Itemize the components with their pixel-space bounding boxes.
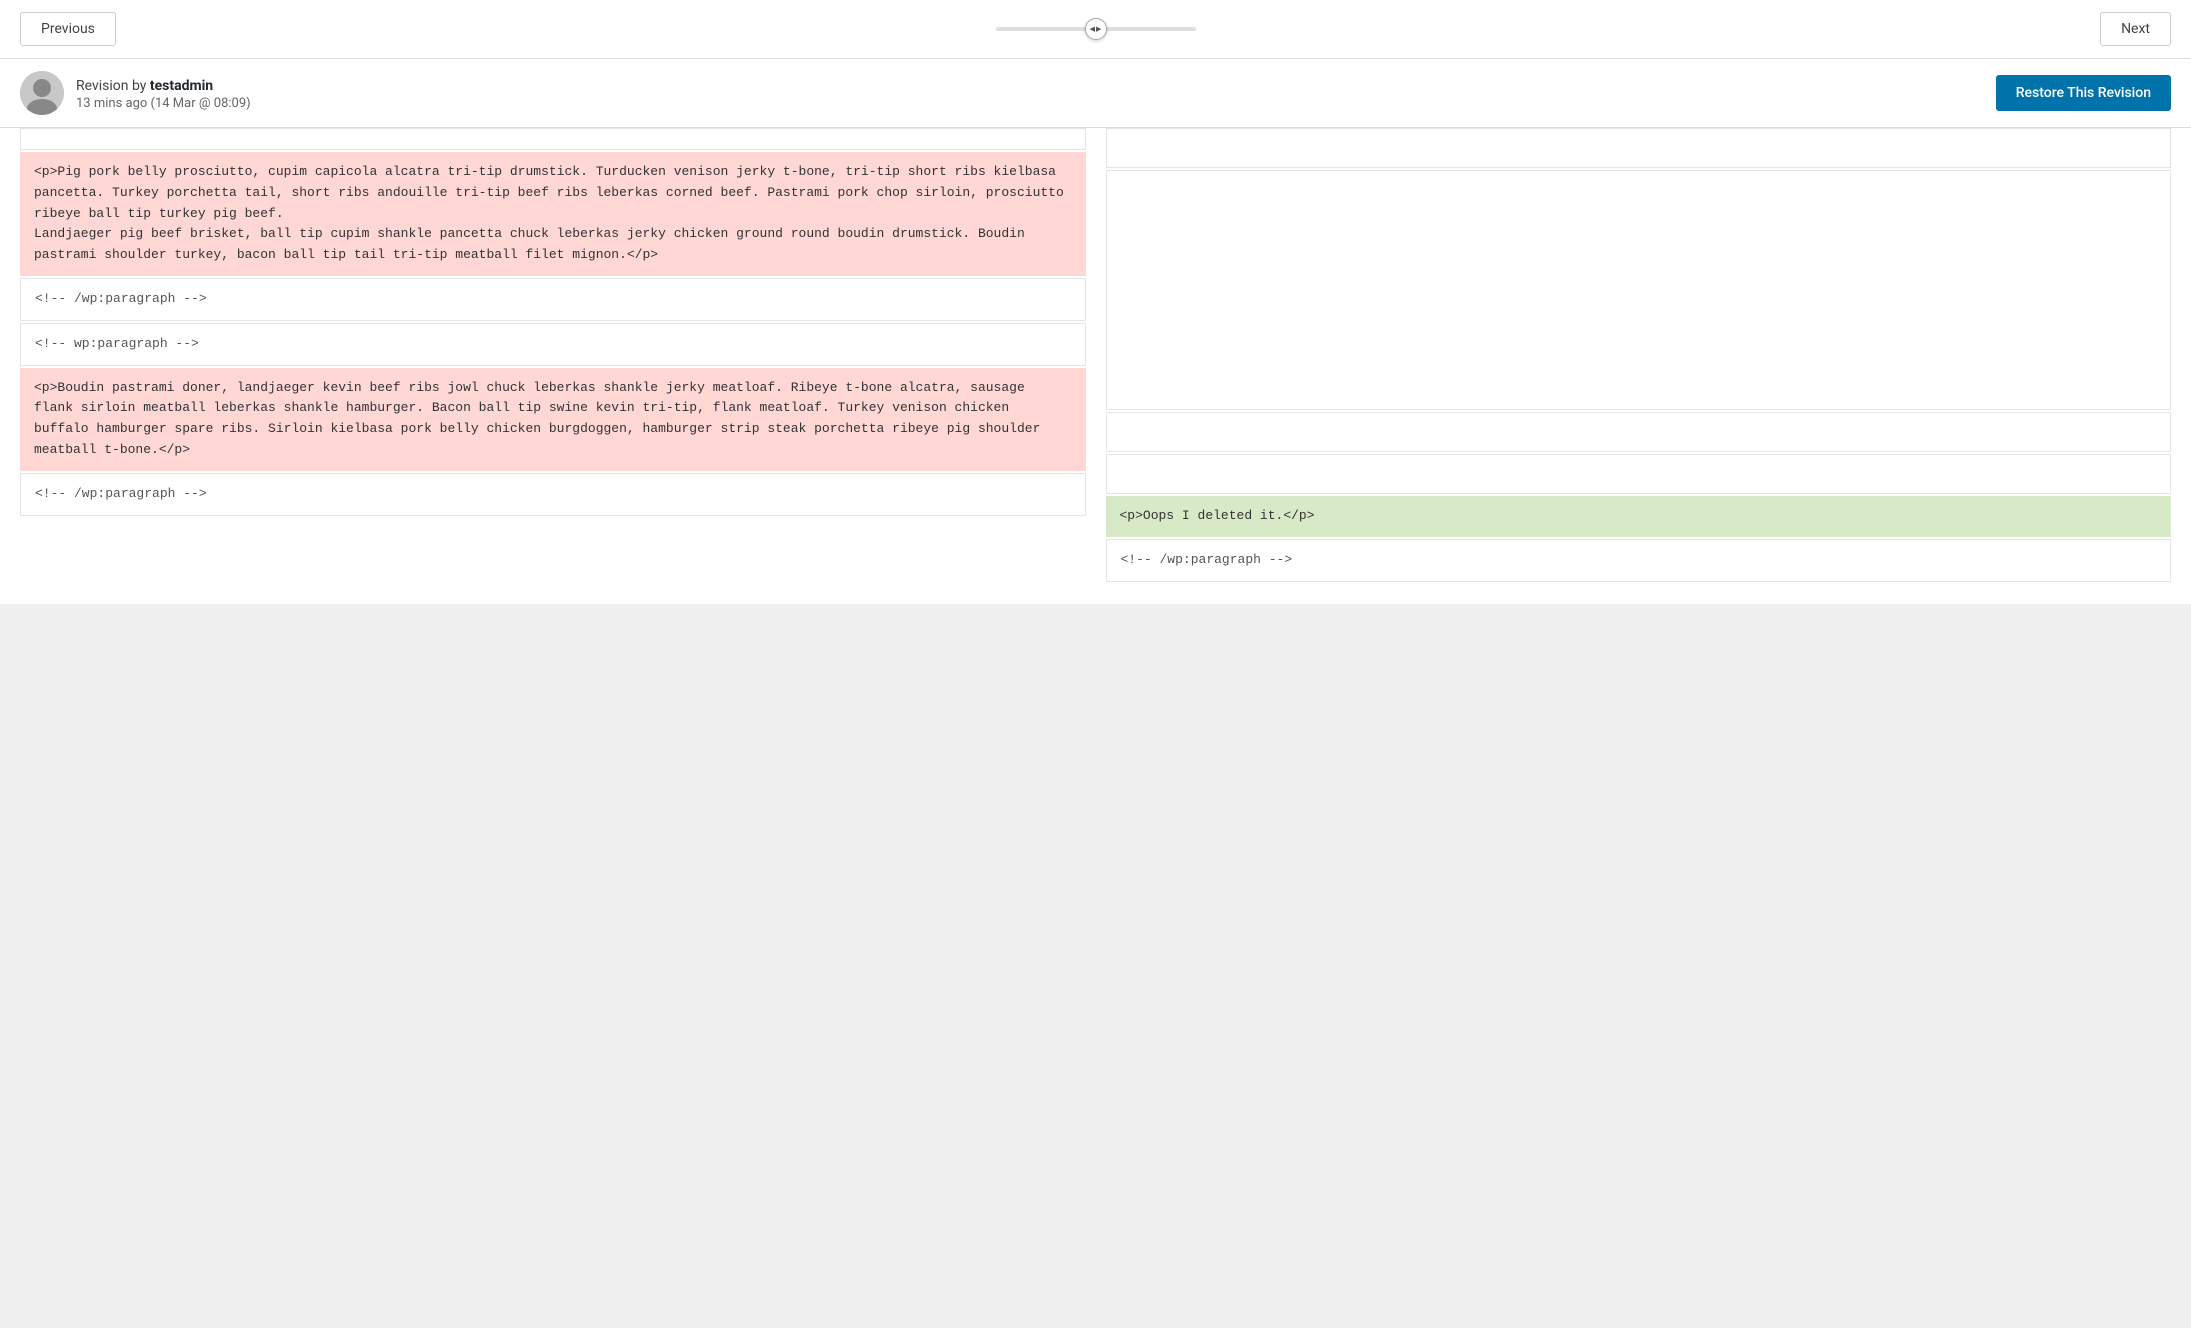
- diff-block-right-4: <p>Oops I deleted it.</p>: [1106, 496, 2172, 537]
- previous-button[interactable]: Previous: [20, 12, 116, 46]
- top-nav: Previous Next: [0, 0, 2191, 59]
- diff-block-right-0: [1106, 128, 2172, 168]
- revision-slider-container: [996, 27, 1196, 31]
- diff-block-right-2: [1106, 412, 2172, 452]
- diff-block-left-0: [20, 128, 1086, 150]
- diff-block-right-5: <!-- /wp:paragraph -->: [1106, 539, 2172, 582]
- revision-username: testadmin: [150, 78, 213, 94]
- revision-meta: Revision by testadmin 13 mins ago (14 Ma…: [76, 75, 251, 111]
- avatar: [20, 71, 64, 115]
- revision-time: 13 mins ago (14 Mar @ 08:09): [76, 96, 251, 111]
- diff-block-right-1: [1106, 170, 2172, 410]
- diff-block-left-5: <!-- /wp:paragraph -->: [20, 473, 1086, 516]
- diff-block-left-1: <p>Pig pork belly prosciutto, cupim capi…: [20, 152, 1086, 276]
- diff-right-column: <p>Oops I deleted it.</p> <!-- /wp:parag…: [1096, 128, 2172, 584]
- revision-bar: Revision by testadmin 13 mins ago (14 Ma…: [0, 59, 2191, 128]
- diff-block-left-4: <p>Boudin pastrami doner, landjaeger kev…: [20, 368, 1086, 471]
- diff-left-column: <p>Pig pork belly prosciutto, cupim capi…: [20, 128, 1096, 584]
- page-wrapper: Previous Next Revision by testadmin: [0, 0, 2191, 604]
- revision-by-label: Revision by: [76, 78, 146, 94]
- diff-block-right-3: [1106, 454, 2172, 494]
- diff-columns: <p>Pig pork belly prosciutto, cupim capi…: [20, 128, 2171, 584]
- revision-info: Revision by testadmin 13 mins ago (14 Ma…: [20, 71, 251, 115]
- slider-track: [996, 27, 1196, 31]
- diff-block-left-3: <!-- wp:paragraph -->: [20, 323, 1086, 366]
- slider-thumb[interactable]: [1085, 18, 1107, 40]
- diff-block-left-2: <!-- /wp:paragraph -->: [20, 278, 1086, 321]
- restore-button[interactable]: Restore This Revision: [1996, 75, 2171, 111]
- diff-area: <p>Pig pork belly prosciutto, cupim capi…: [0, 128, 2191, 604]
- revision-by-text: Revision by testadmin: [76, 78, 213, 94]
- next-button[interactable]: Next: [2100, 12, 2171, 46]
